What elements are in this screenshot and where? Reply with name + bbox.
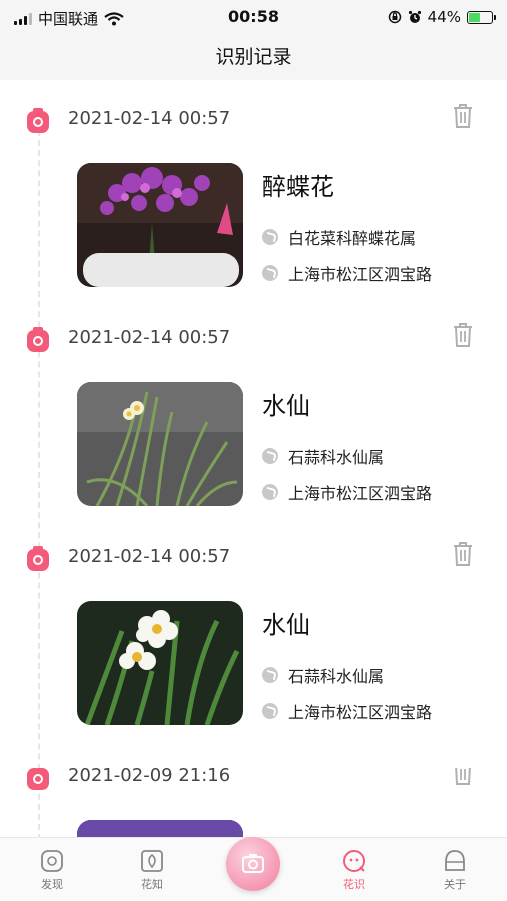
location-tag-icon [262, 703, 278, 719]
trash-icon[interactable] [452, 541, 474, 567]
tab-label: 发现 [41, 878, 63, 891]
record-thumbnail[interactable] [77, 820, 243, 837]
record-date: 2021-02-14 00:57 [68, 327, 231, 348]
record-thumbnail[interactable] [77, 163, 243, 287]
plant-family-row: 石蒜科水仙属 [262, 444, 384, 468]
tab-discover[interactable]: 发现 [22, 848, 82, 892]
page-title: 识别记录 [215, 46, 292, 68]
plant-family: 石蒜科水仙属 [288, 667, 385, 686]
alarm-icon [408, 10, 421, 23]
location-row: 上海市松江区泗宝路 [262, 261, 432, 285]
record-item[interactable]: 2021-02-14 00:57 水仙 石蒜科水仙属 上海市松江区泗宝路 [0, 542, 507, 768]
record-item[interactable]: 2021-02-14 00:57 醉蝶花 白花菜科醉蝶花属 上海市松江区泗宝路 [0, 104, 507, 330]
tab-label: 花识 [343, 878, 365, 891]
record-item[interactable]: 2021-02-14 00:57 水仙 石蒜科水仙属 上海市松江区泗宝路 [0, 323, 507, 549]
tab-label: 关于 [444, 878, 466, 891]
camera-dot-icon [27, 768, 49, 790]
plant-location: 上海市松江区泗宝路 [288, 484, 433, 503]
battery-icon [467, 10, 496, 24]
camera-button[interactable] [226, 837, 280, 891]
tab-flower-identify[interactable]: 花识 [324, 848, 384, 892]
trash-icon[interactable] [452, 768, 474, 786]
trash-icon[interactable] [452, 103, 474, 129]
tab-about[interactable]: 关于 [425, 848, 485, 892]
discover-icon [41, 850, 63, 872]
tab-flower-knowledge[interactable]: 花知 [122, 848, 182, 892]
battery-percent: 44% [427, 8, 461, 26]
location-tag-icon [262, 265, 278, 281]
leaf-tag-icon [262, 448, 278, 464]
camera-dot-icon [27, 108, 49, 133]
about-icon [445, 850, 465, 871]
plant-location: 上海市松江区泗宝路 [288, 703, 433, 722]
camera-icon [242, 854, 264, 873]
record-thumbnail[interactable] [77, 382, 243, 506]
record-thumbnail[interactable] [77, 601, 243, 725]
camera-dot-icon [27, 327, 49, 352]
plant-location: 上海市松江区泗宝路 [288, 265, 433, 284]
record-date: 2021-02-14 00:57 [68, 108, 231, 129]
plant-family-row: 白花菜科醉蝶花属 [262, 225, 416, 249]
plant-name: 醉蝶花 [262, 173, 334, 201]
plant-family: 石蒜科水仙属 [288, 448, 385, 467]
flower-identify-icon [343, 850, 365, 872]
location-row: 上海市松江区泗宝路 [262, 699, 432, 723]
tab-bar: 发现 花知 花识 关于 [0, 837, 507, 901]
trash-icon[interactable] [452, 322, 474, 348]
plant-name: 水仙 [262, 392, 310, 420]
camera-dot-icon [27, 546, 49, 571]
plant-family: 白花菜科醉蝶花属 [288, 229, 417, 248]
record-date: 2021-02-09 21:16 [68, 768, 231, 786]
record-date: 2021-02-14 00:57 [68, 546, 231, 567]
leaf-tag-icon [262, 667, 278, 683]
status-right: 44% [388, 8, 496, 26]
plant-name: 水仙 [262, 611, 310, 639]
flower-knowledge-icon [141, 850, 163, 872]
location-row: 上海市松江区泗宝路 [262, 480, 432, 504]
leaf-tag-icon [262, 229, 278, 245]
location-tag-icon [262, 484, 278, 500]
nav-bar: 识别记录 [0, 36, 507, 80]
tab-label: 花知 [141, 878, 163, 891]
record-item[interactable]: 2021-02-09 21:16 [0, 768, 507, 837]
orientation-lock-icon [388, 10, 401, 24]
status-bar: 中国联通 00:58 44% [0, 0, 507, 36]
plant-family-row: 石蒜科水仙属 [262, 663, 384, 687]
